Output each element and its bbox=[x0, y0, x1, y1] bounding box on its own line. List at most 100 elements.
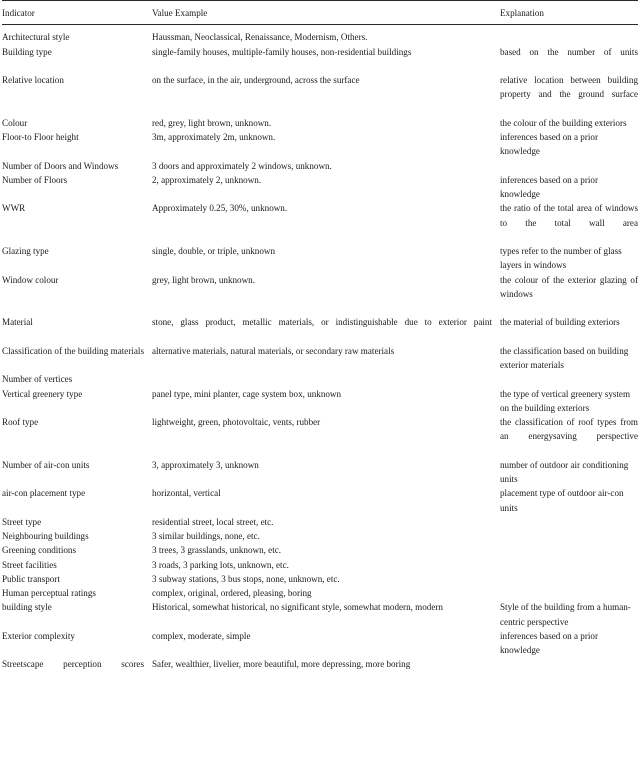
cell-value-example: on the surface, in the air, underground,… bbox=[152, 73, 500, 116]
cell-value-example-text: panel type, mini planter, cage system bo… bbox=[152, 388, 342, 399]
cell-indicator: Street type bbox=[2, 515, 152, 529]
cell-indicator-text: Human perceptual ratings bbox=[2, 588, 96, 598]
cell-explanation-text: relative location between building prope… bbox=[500, 75, 638, 100]
cell-indicator-text: Colour bbox=[2, 117, 28, 128]
cell-indicator: Material bbox=[2, 315, 152, 344]
cell-indicator-text: air-con placement type bbox=[2, 488, 86, 499]
cell-explanation bbox=[500, 543, 638, 557]
cell-value-example: stone, glass product, metallic materials… bbox=[152, 315, 500, 344]
cell-indicator: Roof type bbox=[2, 415, 152, 458]
table-row: Architectural style Haussman, Neoclassica… bbox=[2, 25, 638, 45]
cell-indicator: Colour bbox=[2, 116, 152, 130]
table-row: Streetscape perception scores Safer, weal… bbox=[2, 657, 638, 686]
cell-explanation-text: types refer to the number of glass layer… bbox=[500, 246, 622, 271]
table-row: Exterior complexity complex, moderate, si… bbox=[2, 629, 638, 658]
column-header-indicator: Indicator bbox=[2, 0, 152, 26]
cell-explanation-text: Style of the building from a human-centr… bbox=[500, 602, 631, 627]
cell-value-example-text: 3 similar buildings, none, etc. bbox=[152, 531, 260, 541]
cell-indicator-text: Greening conditions bbox=[2, 545, 76, 556]
cell-explanation bbox=[500, 159, 638, 173]
cell-indicator: Exterior complexity bbox=[2, 629, 152, 658]
cell-explanation-text: the type of vertical greenery system on … bbox=[500, 388, 631, 413]
cell-indicator: Neighbouring buildings bbox=[2, 529, 152, 543]
cell-explanation-text: inferences based on a prior knowledge bbox=[500, 132, 598, 157]
cell-value-example-text: alternative materials, natural materials… bbox=[152, 345, 395, 356]
cell-value-example-text: 3 roads, 3 parking lots, unknown, etc. bbox=[152, 559, 289, 570]
table-row: Relative location on the surface, in the … bbox=[2, 73, 638, 116]
cell-explanation-text: the classification based on building ext… bbox=[500, 345, 629, 370]
cell-explanation: the colour of the exterior glazing of wi… bbox=[500, 273, 638, 316]
cell-indicator: Architectural style bbox=[2, 25, 152, 45]
cell-indicator: Window colour bbox=[2, 273, 152, 316]
cell-value-example: single-family houses, multiple-family ho… bbox=[152, 45, 500, 74]
cell-value-example-text: residential street, local street, etc. bbox=[152, 516, 274, 527]
cell-indicator: air-con placement type bbox=[2, 486, 152, 515]
table-row: building style Historical, somewhat histo… bbox=[2, 600, 638, 629]
table-row: Public transport 3 subway stations, 3 bus… bbox=[2, 572, 638, 586]
cell-value-example bbox=[152, 372, 500, 386]
cell-value-example: 3 roads, 3 parking lots, unknown, etc. bbox=[152, 558, 500, 572]
table-row: Roof type lightweight, green, photovoltai… bbox=[2, 415, 638, 458]
cell-indicator-text: Material bbox=[2, 317, 33, 328]
table-container: Indicator Value Example Explanation Arch… bbox=[0, 0, 640, 772]
cell-explanation: types refer to the number of glass layer… bbox=[500, 244, 638, 273]
cell-value-example-text: Historical, somewhat historical, no sign… bbox=[152, 602, 443, 613]
cell-indicator-text: Vertical greenery type bbox=[2, 388, 83, 399]
cell-explanation bbox=[500, 515, 638, 529]
table-row: Floor-to Floor height 3m, approximately 2… bbox=[2, 130, 638, 159]
cell-explanation-text: number of outdoor air con­ditioning unit… bbox=[500, 459, 629, 484]
cell-value-example: Historical, somewhat historical, no sign… bbox=[152, 600, 500, 629]
cell-value-example-text: grey, light brown, unknown. bbox=[152, 274, 255, 285]
cell-indicator: building style bbox=[2, 600, 152, 629]
cell-explanation bbox=[500, 529, 638, 543]
cell-explanation-text: the classification of roof types from an… bbox=[500, 417, 638, 442]
cell-explanation-text: based on the number of units bbox=[500, 46, 638, 57]
cell-explanation: placement type of outdoor air-con units bbox=[500, 486, 638, 515]
cell-indicator: Building type bbox=[2, 45, 152, 74]
cell-value-example: horizontal, vertical bbox=[152, 486, 500, 515]
cell-value-example-text: 3, approximately 3, unknown bbox=[152, 459, 259, 470]
cell-explanation-text: inferences based on a prior knowledge bbox=[500, 630, 598, 655]
table-row: Window colour grey, light brown, unknown.… bbox=[2, 273, 638, 316]
cell-indicator: Greening conditions bbox=[2, 543, 152, 557]
table-row: Number of Floors 2, approximately 2, unkn… bbox=[2, 173, 638, 202]
cell-value-example: Safer, wealthier, livelier, more beautif… bbox=[152, 657, 500, 686]
cell-indicator: Vertical greenery type bbox=[2, 387, 152, 416]
cell-indicator: Glazing type bbox=[2, 244, 152, 273]
cell-value-example: grey, light brown, unknown. bbox=[152, 273, 500, 316]
cell-indicator: Classification of the build­ing material… bbox=[2, 344, 152, 373]
cell-value-example: 3, approximately 3, unknown bbox=[152, 458, 500, 487]
cell-explanation-text: placement type of outdoor air-con units bbox=[500, 488, 624, 513]
cell-indicator: Number of Floors bbox=[2, 173, 152, 202]
table-header: Indicator Value Example Explanation bbox=[2, 0, 638, 26]
cell-explanation: based on the number of units bbox=[500, 45, 638, 74]
cell-value-example-text: Haussman, Neoclassical, Renaissance, Mod… bbox=[152, 32, 368, 43]
cell-value-example-text: stone, glass product, metallic materials… bbox=[152, 317, 492, 328]
cell-value-example-text: Approximately 0.25, 30%, unknown. bbox=[152, 203, 288, 214]
cell-indicator-text: Glazing type bbox=[2, 246, 49, 256]
cell-explanation bbox=[500, 586, 638, 600]
cell-value-example: Approximately 0.25, 30%, unknown. bbox=[152, 201, 500, 244]
cell-indicator-text: Roof type bbox=[2, 417, 39, 427]
table-row: Glazing type single, double, or triple, u… bbox=[2, 244, 638, 273]
cell-indicator-text: Building type bbox=[2, 46, 52, 57]
table-row: Material stone, glass product, metallic m… bbox=[2, 315, 638, 344]
cell-explanation: inferences based on a prior knowledge bbox=[500, 130, 638, 159]
cell-explanation: relative location between building prope… bbox=[500, 73, 638, 116]
cell-value-example-text: single-family houses, multiple-family ho… bbox=[152, 46, 412, 57]
cell-explanation-text: the ratio of the total area of windows t… bbox=[500, 203, 638, 228]
cell-indicator: Number of vertices bbox=[2, 372, 152, 386]
cell-indicator: Relative location bbox=[2, 73, 152, 116]
cell-indicator-text: Classification of the build­ing material… bbox=[2, 345, 144, 356]
cell-value-example-text: Safer, wealthier, livelier, more beautif… bbox=[152, 659, 411, 670]
cell-value-example: 3 doors and approximately 2 windows, unk… bbox=[152, 159, 500, 173]
cell-explanation: Style of the building from a human-centr… bbox=[500, 600, 638, 629]
column-header-explanation: Explanation bbox=[500, 0, 638, 26]
cell-value-example-text: 3 trees, 3 grasslands, unknown, etc. bbox=[152, 545, 282, 556]
cell-explanation: inferences based on a prior knowledge bbox=[500, 629, 638, 658]
cell-explanation bbox=[500, 372, 638, 386]
table-row: Neighbouring buildings 3 similar building… bbox=[2, 529, 638, 543]
cell-indicator-text: Public transport bbox=[2, 573, 60, 584]
cell-explanation: the material of building ex­teriors bbox=[500, 315, 638, 344]
cell-explanation bbox=[500, 572, 638, 586]
